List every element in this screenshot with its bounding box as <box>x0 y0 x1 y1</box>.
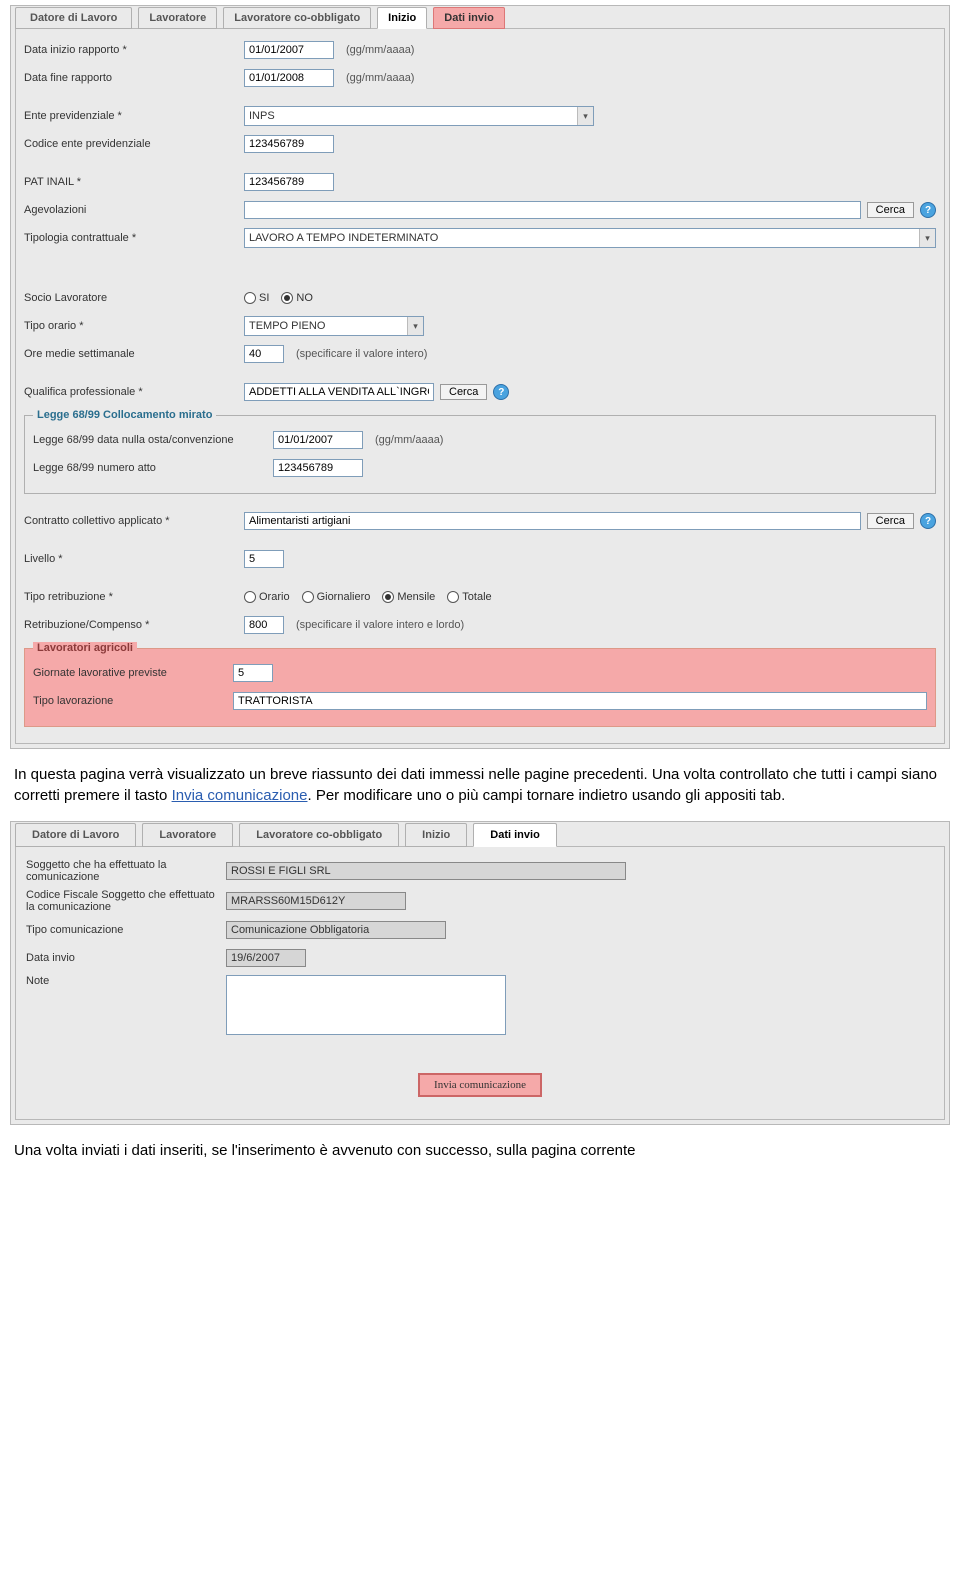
select-tipologia-contrattuale[interactable]: LAVORO A TEMPO INDETERMINATO ▾ <box>244 228 936 248</box>
input-giornate-previste[interactable] <box>233 664 273 682</box>
label-giornate-previste: Giornate lavorative previste <box>33 667 233 679</box>
label-ccnl: Contratto collettivo applicato * <box>24 515 244 527</box>
chevron-down-icon: ▾ <box>407 317 423 335</box>
label-agevolazioni: Agevolazioni <box>24 204 244 216</box>
input-ccnl[interactable] <box>244 512 861 530</box>
hint-date-format: (gg/mm/aaaa) <box>375 434 443 446</box>
footer-paragraph: Una volta inviati i dati inseriti, se l'… <box>0 1130 960 1171</box>
tabs-row-1: Datore di Lavoro Lavoratore Lavoratore c… <box>11 6 949 28</box>
radio-retr-totale[interactable]: Totale <box>447 591 491 603</box>
input-legge-data[interactable] <box>273 431 363 449</box>
cerca-button-agevolazioni[interactable]: Cerca <box>867 202 914 218</box>
radio-retr-mensile[interactable]: Mensile <box>382 591 435 603</box>
hint-ore: (specificare il valore intero) <box>296 348 427 360</box>
input-retribuzione[interactable] <box>244 616 284 634</box>
input-livello[interactable] <box>244 550 284 568</box>
tab-dati-invio[interactable]: Dati invio <box>433 7 505 29</box>
label-tipo-retribuzione: Tipo retribuzione * <box>24 591 244 603</box>
chevron-down-icon: ▾ <box>577 107 593 125</box>
tab2-lavoratore-coobbligato[interactable]: Lavoratore co-obbligato <box>239 823 399 847</box>
input-tipo-lavorazione[interactable] <box>233 692 927 710</box>
legend-lavoratori-agricoli: Lavoratori agricoli <box>33 642 137 654</box>
select-tipo-orario[interactable]: TEMPO PIENO ▾ <box>244 316 424 336</box>
label-tipo-orario: Tipo orario * <box>24 320 244 332</box>
ro-cf-soggetto: MRARSS60M15D612Y <box>226 892 406 910</box>
textarea-note[interactable] <box>226 975 506 1035</box>
label-cf-soggetto: Codice Fiscale Soggetto che effettuato l… <box>26 889 226 913</box>
tab2-lavoratore[interactable]: Lavoratore <box>142 823 233 847</box>
label-tipologia-contrattuale: Tipologia contrattuale * <box>24 232 244 244</box>
hint-date-format: (gg/mm/aaaa) <box>346 72 414 84</box>
help-icon[interactable]: ? <box>493 384 509 400</box>
label-livello: Livello * <box>24 553 244 565</box>
label-note: Note <box>26 975 226 987</box>
label-legge-numero: Legge 68/99 numero atto <box>33 462 273 474</box>
cerca-button-qualifica[interactable]: Cerca <box>440 384 487 400</box>
input-data-fine[interactable] <box>244 69 334 87</box>
radio-retr-orario[interactable]: Orario <box>244 591 290 603</box>
fieldset-lavoratori-agricoli: Lavoratori agricoli Giornate lavorative … <box>24 642 936 727</box>
link-invia-comunicazione[interactable]: Invia comunicazione <box>172 787 308 804</box>
ro-soggetto: ROSSI E FIGLI SRL <box>226 862 626 880</box>
chevron-down-icon: ▾ <box>919 229 935 247</box>
label-qualifica: Qualifica professionale * <box>24 386 244 398</box>
cerca-button-ccnl[interactable]: Cerca <box>867 513 914 529</box>
panel-body-inizio: Data inizio rapporto * (gg/mm/aaaa) Data… <box>15 28 945 744</box>
radio-socio-si[interactable]: SI <box>244 292 269 304</box>
tab-lavoratore[interactable]: Lavoratore <box>138 7 217 29</box>
form-panel-inizio: Datore di Lavoro Lavoratore Lavoratore c… <box>10 5 950 749</box>
help-icon[interactable]: ? <box>920 202 936 218</box>
tab2-dati-invio[interactable]: Dati invio <box>473 823 557 847</box>
label-ore-medie: Ore medie settimanale <box>24 348 244 360</box>
label-tipo-lavorazione: Tipo lavorazione <box>33 695 233 707</box>
label-data-invio: Data invio <box>26 952 226 964</box>
tab2-inizio[interactable]: Inizio <box>405 823 467 847</box>
label-soggetto: Soggetto che ha effettuato la comunicazi… <box>26 859 226 883</box>
tab-inizio[interactable]: Inizio <box>377 7 427 29</box>
label-socio-lavoratore: Socio Lavoratore <box>24 292 244 304</box>
help-icon[interactable]: ? <box>920 513 936 529</box>
label-data-inizio: Data inizio rapporto * <box>24 44 244 56</box>
label-retribuzione: Retribuzione/Compenso * <box>24 619 244 631</box>
legend-legge-68-99: Legge 68/99 Collocamento mirato <box>33 409 216 421</box>
label-tipo-comunicazione: Tipo comunicazione <box>26 924 226 936</box>
tab-datore-lavoro[interactable]: Datore di Lavoro <box>15 7 132 29</box>
tabs-row-2: Datore di Lavoro Lavoratore Lavoratore c… <box>11 822 949 846</box>
invia-comunicazione-button[interactable]: Invia comunicazione <box>418 1073 542 1097</box>
panel-body-dati-invio: Soggetto che ha effettuato la comunicazi… <box>15 846 945 1120</box>
input-qualifica[interactable] <box>244 383 434 401</box>
ro-data-invio: 19/6/2007 <box>226 949 306 967</box>
input-codice-ente[interactable] <box>244 135 334 153</box>
input-ore-medie[interactable] <box>244 345 284 363</box>
radio-socio-no[interactable]: NO <box>281 292 313 304</box>
input-legge-numero[interactable] <box>273 459 363 477</box>
input-pat-inail[interactable] <box>244 173 334 191</box>
fieldset-legge-68-99: Legge 68/99 Collocamento mirato Legge 68… <box>24 409 936 494</box>
select-ente-previdenziale[interactable]: INPS ▾ <box>244 106 594 126</box>
input-data-inizio[interactable] <box>244 41 334 59</box>
hint-date-format: (gg/mm/aaaa) <box>346 44 414 56</box>
instruction-paragraph: In questa pagina verrà visualizzato un b… <box>0 754 960 816</box>
input-agevolazioni[interactable] <box>244 201 861 219</box>
label-legge-data: Legge 68/99 data nulla osta/convenzione <box>33 434 273 446</box>
form-panel-dati-invio: Datore di Lavoro Lavoratore Lavoratore c… <box>10 821 950 1125</box>
tab-lavoratore-coobbligato[interactable]: Lavoratore co-obbligato <box>223 7 371 29</box>
radio-retr-giornaliero[interactable]: Giornaliero <box>302 591 371 603</box>
label-ente-previdenziale: Ente previdenziale * <box>24 110 244 122</box>
label-data-fine: Data fine rapporto <box>24 72 244 84</box>
tab2-datore-lavoro[interactable]: Datore di Lavoro <box>15 823 136 847</box>
ro-tipo-comunicazione: Comunicazione Obbligatoria <box>226 921 446 939</box>
hint-retribuzione: (specificare il valore intero e lordo) <box>296 619 464 631</box>
label-codice-ente: Codice ente previdenziale <box>24 138 244 150</box>
label-pat-inail: PAT INAIL * <box>24 176 244 188</box>
